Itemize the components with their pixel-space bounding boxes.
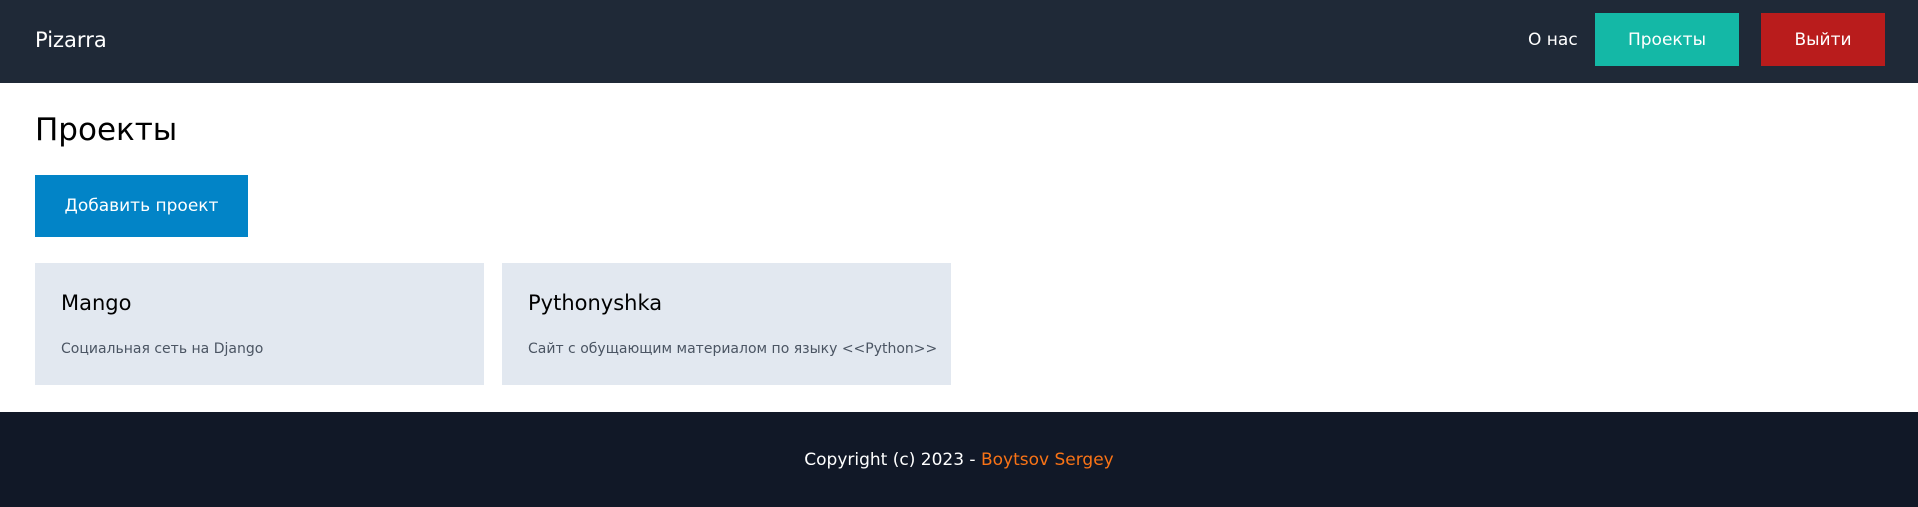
add-project-button[interactable]: Добавить проект	[35, 175, 248, 237]
project-card-pythonyshka[interactable]: Pythonyshka Сайт с обущающим материалом …	[502, 263, 951, 385]
footer-copyright: Copyright (c) 2023 - Boytsov Sergey	[0, 449, 1918, 471]
nav-projects-button[interactable]: Проекты	[1595, 13, 1739, 66]
brand-logo-link[interactable]: Pizarra	[35, 27, 107, 53]
project-card-mango[interactable]: Mango Социальная сеть на Django	[35, 263, 484, 385]
project-card-description: Сайт с обущающим материалом по языку <<P…	[528, 341, 938, 357]
page-footer: Copyright (c) 2023 - Boytsov Sergey	[0, 412, 1918, 507]
author-link[interactable]: Boytsov Sergey	[981, 450, 1114, 470]
top-navbar: Pizarra О нас Проекты Выйти	[0, 0, 1918, 83]
nav-about-link[interactable]: О нас	[1528, 29, 1578, 51]
project-card-title[interactable]: Mango	[61, 290, 131, 316]
page-title: Проекты	[35, 112, 178, 148]
logout-button[interactable]: Выйти	[1761, 13, 1885, 66]
project-card-description: Социальная сеть на Django	[61, 341, 264, 357]
copyright-text: Copyright (c) 2023 -	[804, 450, 981, 470]
project-card-title[interactable]: Pythonyshka	[528, 290, 662, 316]
